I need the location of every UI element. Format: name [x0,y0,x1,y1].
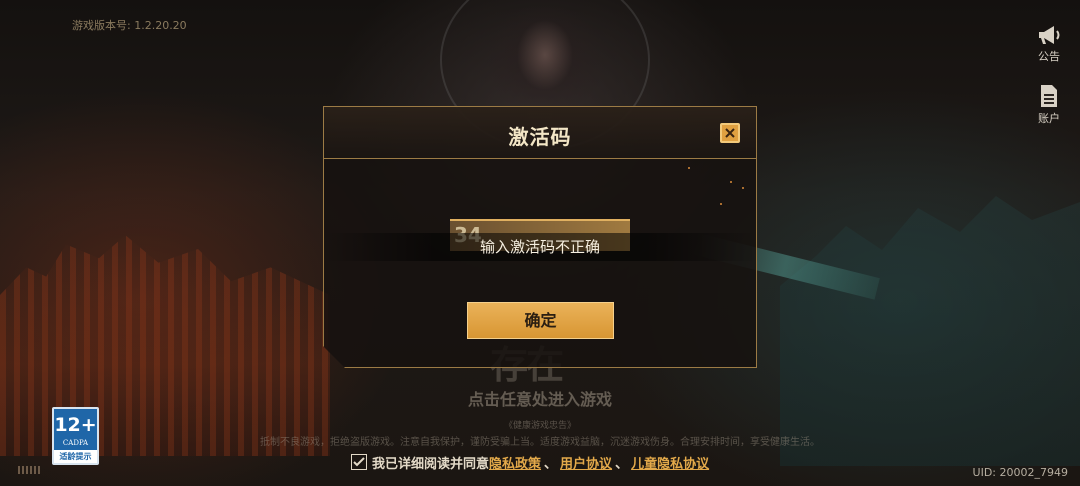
age-rating-tip: 适龄提示 [54,450,97,463]
sparkle [730,181,732,183]
agreement-prefix: 我已详细阅读并同意 [372,456,490,472]
sparkle [742,187,744,189]
separator: 、 [615,456,629,472]
sparkle [688,167,690,169]
account-label: 账户 [1038,112,1060,125]
age-rating-org: CADPA [62,439,89,447]
health-advice-title: 《健康游戏忠告》 [503,421,576,431]
uid-label: UID: 20002_7949 [972,466,1068,479]
error-toast: 输入激活码不正确 [324,233,756,261]
megaphone-icon [1039,26,1060,44]
close-button[interactable] [720,123,740,143]
notice-label: 公告 [1038,50,1060,63]
character-figure [470,0,620,120]
age-rating-badge[interactable]: 12+ CADPA 适龄提示 [52,407,99,465]
version-label: 游戏版本号: 1.2.20.20 [72,19,187,32]
age-rating-number: 12+ [54,414,97,436]
enter-game-hint[interactable]: 点击任意处进入游戏 [0,386,1080,410]
privacy-policy-link[interactable]: 隐私政策 [489,453,541,472]
account-button[interactable]: 账户 [1032,84,1066,126]
confirm-button[interactable]: 确定 [467,302,614,339]
close-icon [725,128,735,138]
notice-button[interactable]: 公告 [1032,24,1066,64]
decorative-stripes [18,466,42,474]
dialog-header: 激活码 [324,107,756,159]
child-privacy-link[interactable]: 儿童隐私协议 [631,453,709,472]
agreement-checkbox[interactable] [351,454,367,470]
activation-code-dialog: 激活码 34 输入激活码不正确 确定 [323,106,757,368]
dialog-title: 激活码 [508,125,572,149]
user-agreement-link[interactable]: 用户协议 [560,453,612,472]
separator: 、 [544,456,558,472]
agreement-row: 我已详细阅读并同意 隐私政策 、 用户协议 、 儿童隐私协议 [351,452,709,472]
document-icon [1041,85,1057,107]
sparkle [720,203,722,205]
health-advice-text: 抵制不良游戏，拒绝盗版游戏。注意自我保护，谨防受骗上当。适度游戏益脑，沉迷游戏伤… [260,437,820,448]
checkmark-icon [353,457,365,467]
